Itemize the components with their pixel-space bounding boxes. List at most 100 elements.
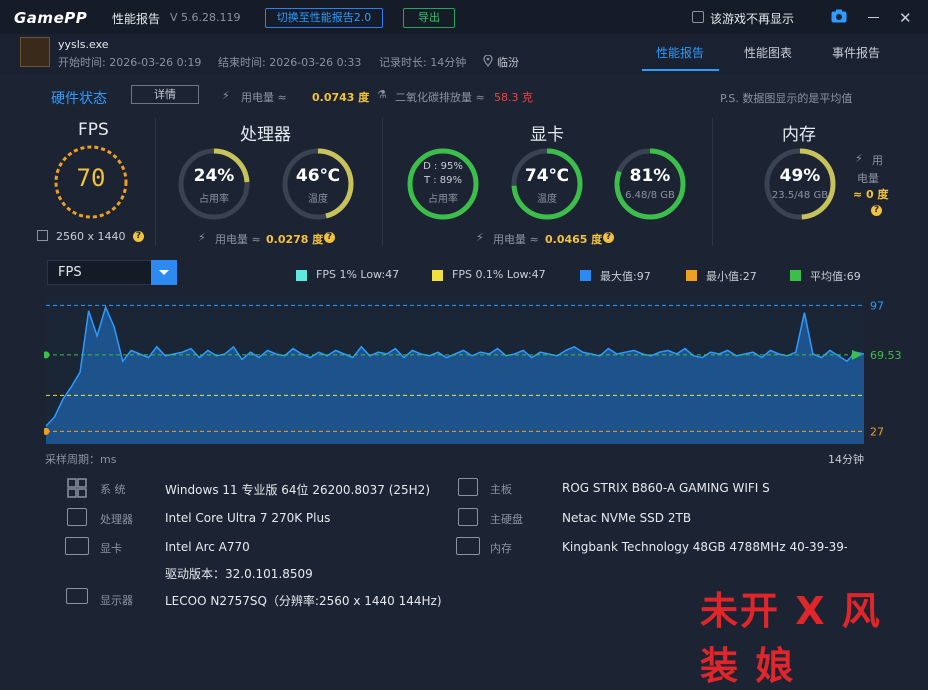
power-bolt-icon: ⚡ [198, 231, 206, 244]
help-icon[interactable]: ? [871, 205, 882, 216]
ram-power-line2: 电量 [857, 172, 879, 185]
gpu-card-icon [65, 537, 89, 555]
no-show-checkbox[interactable] [692, 11, 704, 23]
location-icon [483, 55, 493, 67]
total-power-value: 0.0743 度 [312, 91, 370, 104]
app-name: yysls.exe [58, 38, 109, 51]
gpu-power-value: 0.0465 度 [545, 233, 603, 246]
cpu-label: 处理器 [100, 513, 133, 526]
average-note: P.S. 数据图显示的是平均值 [720, 92, 853, 105]
help-icon[interactable]: ? [603, 232, 614, 243]
gpu-power-label: 用电量 ≈ [493, 233, 539, 246]
tab-performance-chart[interactable]: 性能图表 [744, 44, 792, 61]
switch-report-button[interactable]: 切换至性能报告2.0 [265, 8, 383, 28]
camera-icon[interactable] [831, 9, 847, 23]
legend-swatch [580, 270, 591, 281]
tab-event-report[interactable]: 事件报告 [832, 44, 880, 61]
cpu-power-value: 0.0278 度 [266, 233, 324, 246]
co2-icon: ⚗ [377, 88, 387, 101]
driver-version: 驱动版本：32.0.101.8509 [165, 567, 313, 581]
mb-value: ROG STRIX B860-A GAMING WIFI S [562, 481, 770, 495]
legend-swatch [686, 270, 697, 281]
start-time: 开始时间: 2026-03-26 0:19 [58, 56, 202, 69]
gpu-title: 显卡 [530, 125, 564, 145]
tab-performance-report[interactable]: 性能报告 [656, 44, 704, 61]
minimize-icon[interactable] [868, 17, 879, 18]
game-icon [20, 37, 50, 67]
chevron-down-icon[interactable] [151, 260, 177, 285]
ram-value: 49% [779, 166, 821, 186]
avg-label: 69.53 [870, 349, 902, 362]
windows-icon [67, 478, 87, 498]
detail-button[interactable]: 详情 [131, 85, 199, 104]
legend-label: FPS 0.1% Low:47 [452, 268, 546, 281]
monitor-icon [66, 588, 88, 604]
cpu-usage-value: 24% [193, 166, 235, 186]
legend-label: 平均值:69 [810, 270, 861, 283]
mem-value: Kingbank Technology 48GB 4788MHz 40-39-3… [562, 540, 847, 554]
close-icon[interactable]: ✕ [899, 9, 912, 27]
resolution-value: 2560 x 1440 [56, 230, 126, 243]
disk-label: 主硬盘 [490, 513, 523, 526]
export-button[interactable]: 导出 [403, 8, 455, 28]
cpu-temp-label: 温度 [308, 194, 328, 205]
cpu-temp-value: 46℃ [295, 166, 341, 186]
sampling-label: 采样周期：ms [45, 453, 117, 466]
divider [712, 118, 713, 246]
gpu-temp-label: 温度 [537, 194, 557, 205]
fps-chart: 97 69.53 27 [44, 296, 902, 444]
active-tab-indicator [642, 69, 719, 71]
cpu-chip-icon [67, 508, 87, 526]
gpu-temp-value: 74℃ [524, 166, 570, 186]
disk-icon [458, 508, 478, 526]
record-duration: 记录时长: 14分钟 [379, 56, 467, 69]
ram-sub: 23.5/48 GB [771, 190, 829, 201]
legend-swatch [296, 270, 307, 281]
cpu-usage-label: 占用率 [199, 194, 229, 205]
legend-label: 最小值:27 [706, 270, 757, 283]
ram-title: 内存 [782, 125, 816, 145]
help-icon[interactable]: ? [133, 231, 144, 242]
chart-duration: 14分钟 [828, 453, 864, 466]
gpu-d-value: D : 95% [423, 161, 463, 172]
power-bolt-icon: ⚡ [476, 231, 484, 244]
legend-label: FPS 1% Low:47 [316, 268, 400, 281]
mem-label: 内存 [490, 542, 512, 555]
disk-value: Netac NVMe SSD 2TB [562, 511, 692, 525]
metric-dropdown-value: FPS [58, 265, 82, 280]
monitor-value: LECOO N2757SQ（分辨率:2560 x 1440 144Hz) [165, 594, 442, 608]
resolution-icon [37, 230, 48, 241]
motherboard-icon [458, 478, 478, 496]
divider [155, 118, 156, 246]
power-bolt-icon: ⚡ [855, 152, 863, 165]
gpu-label: 显卡 [100, 542, 122, 555]
max-label: 97 [870, 299, 884, 312]
power-bolt-icon: ⚡ [222, 89, 230, 102]
ram-power-line1: 用 [872, 154, 883, 167]
memory-icon [456, 537, 480, 555]
gpu-mem-value: 81% [629, 166, 671, 186]
app-logo: GamePP [14, 9, 88, 27]
window-title: 性能报告 [112, 12, 161, 26]
location-label: 临汾 [497, 56, 519, 69]
ram-power-value: ≈ 0 度 [853, 188, 889, 201]
gpu-t-value: T : 89% [423, 175, 463, 186]
monitor-label: 显示器 [100, 594, 133, 607]
hardware-status-label: 硬件状态 [51, 91, 107, 107]
os-label: 系 统 [100, 483, 126, 496]
legend-swatch [432, 270, 443, 281]
gpu-usage-label: 占用率 [428, 194, 458, 205]
cpu-title: 处理器 [240, 125, 291, 145]
fps-title: FPS [78, 120, 109, 140]
divider [382, 118, 383, 246]
os-value: Windows 11 专业版 64位 26200.8037 (25H2) [165, 483, 430, 497]
help-icon[interactable]: ? [324, 232, 335, 243]
gpu-mem-sub: 6.48/8 GB [625, 190, 675, 201]
mb-label: 主板 [490, 483, 512, 496]
total-power-label: 用电量 ≈ [241, 91, 287, 104]
legend-label: 最大值:97 [600, 270, 651, 283]
min-label: 27 [870, 425, 884, 438]
co2-label: 二氧化碳排放量 ≈ [395, 91, 485, 104]
cpu-value: Intel Core Ultra 7 270K Plus [165, 511, 331, 525]
gpu-value: Intel Arc A770 [165, 540, 250, 554]
